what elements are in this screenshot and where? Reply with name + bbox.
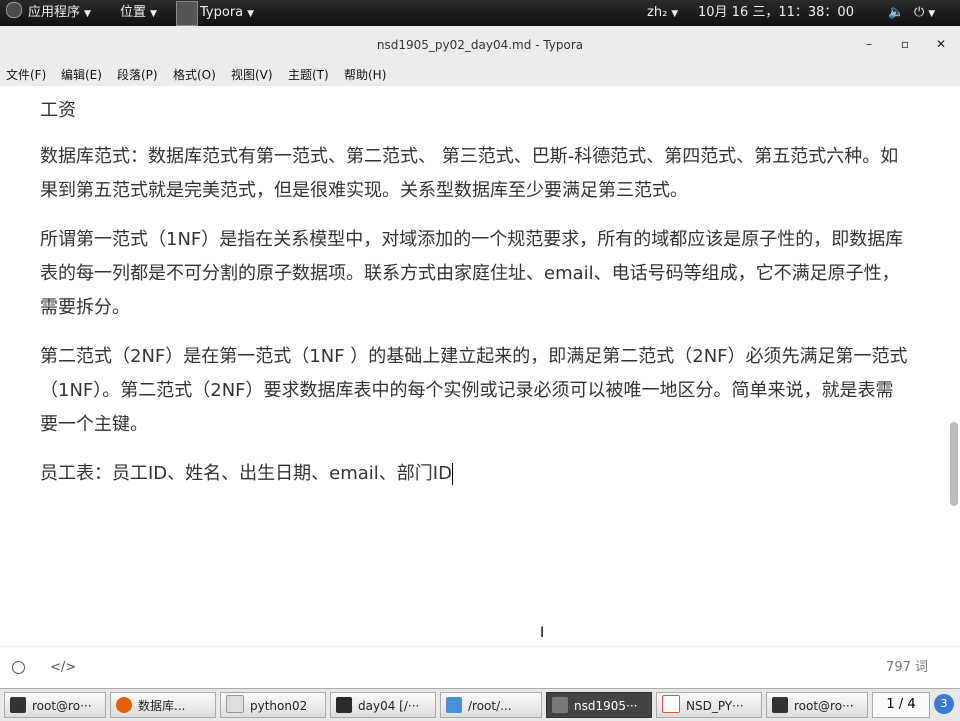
task-label: root@ro···: [794, 699, 854, 713]
menu-file[interactable]: 文件(F): [6, 64, 46, 86]
chevron-down-icon: ▼: [84, 9, 91, 19]
apps-icon: [6, 2, 22, 18]
places-menu-label: 位置: [120, 5, 147, 20]
chevron-down-icon: ▼: [928, 9, 936, 19]
pycharm-icon: [336, 697, 352, 713]
task-label: NSD_PY···: [686, 699, 744, 713]
task-label: 数据库...: [138, 699, 186, 713]
places-menu[interactable]: 位置 ▼: [120, 0, 157, 26]
app-thumbnail-icon: [176, 1, 198, 26]
paragraph[interactable]: 所谓第一范式（1NF）是指在关系模型中，对域添加的一个规范要求，所有的域都应该是…: [40, 223, 910, 325]
minimize-button[interactable]: –: [858, 34, 880, 54]
firefox-icon: [116, 697, 132, 713]
taskbar: root@ro··· 数据库... python02 day04 [/··· /…: [0, 688, 960, 721]
task-python02[interactable]: python02: [220, 692, 326, 718]
file-manager-icon: [446, 697, 462, 713]
task-pycharm[interactable]: day04 [/···: [330, 692, 436, 718]
clock[interactable]: 10月 16 三，11：38：00: [698, 0, 854, 26]
chevron-down-icon: ▼: [247, 9, 255, 19]
menu-bar: 文件(F) 编辑(E) 段落(P) 格式(O) 视图(V) 主题(T) 帮助(H…: [0, 64, 960, 86]
task-terminal-1[interactable]: root@ro···: [4, 692, 106, 718]
ibeam-cursor-icon: I: [540, 625, 545, 641]
notification-badge[interactable]: 3: [934, 694, 954, 714]
paragraph[interactable]: 工资: [40, 94, 910, 128]
document-icon: [662, 695, 680, 713]
window-title-bar: nsd1905_py02_day04.md - Typora – ▫ ✕: [0, 26, 960, 65]
task-label: python02: [250, 699, 308, 713]
window-title: nsd1905_py02_day04.md - Typora: [376, 38, 584, 52]
active-app-menu[interactable]: Typora ▼: [200, 0, 254, 26]
apps-menu[interactable]: 应用程序 ▼: [6, 0, 91, 26]
task-label: /root/...: [468, 699, 512, 713]
input-method-menu[interactable]: zh₂ ▼: [647, 0, 678, 26]
menu-theme[interactable]: 主题(T): [288, 64, 329, 86]
chevron-down-icon: ▼: [671, 9, 679, 19]
system-top-bar: 应用程序 ▼ 位置 ▼ Typora ▼ zh₂ ▼ 10月 16 三，11：38：00…: [0, 0, 960, 26]
text-caret: [451, 463, 453, 485]
task-firefox[interactable]: 数据库...: [110, 692, 216, 718]
word-count[interactable]: 797 词: [886, 657, 928, 679]
menu-edit[interactable]: 编辑(E): [61, 64, 102, 86]
workspace-pager[interactable]: 1 / 4: [872, 692, 930, 718]
chevron-down-icon: ▼: [150, 9, 157, 19]
active-app-label: Typora: [200, 5, 244, 20]
terminal-icon: [10, 697, 26, 713]
maximize-button[interactable]: ▫: [894, 34, 916, 54]
vertical-scrollbar[interactable]: [948, 86, 960, 646]
task-label: nsd1905···: [574, 699, 638, 713]
input-method-label: zh₂: [647, 5, 668, 20]
paragraph[interactable]: 数据库范式：数据库范式有第一范式、第二范式、 第三范式、巴斯-科德范式、第四范式…: [40, 140, 910, 208]
close-button[interactable]: ✕: [930, 34, 952, 54]
menu-format[interactable]: 格式(O): [173, 64, 216, 86]
task-label: day04 [/···: [358, 699, 420, 713]
task-typora[interactable]: nsd1905···: [546, 692, 652, 718]
paragraph-current[interactable]: 员工表：员工ID、姓名、出生日期、email、部门ID: [40, 457, 910, 491]
scrollbar-thumb[interactable]: [950, 422, 958, 506]
terminal-icon: [772, 697, 788, 713]
task-nsd-py[interactable]: NSD_PY···: [656, 692, 762, 718]
power-icon[interactable]: ⏻ ▼: [914, 0, 935, 26]
menu-paragraph[interactable]: 段落(P): [117, 64, 158, 86]
task-terminal-2[interactable]: root@ro···: [766, 692, 868, 718]
document-body[interactable]: 工资 数据库范式：数据库范式有第一范式、第二范式、 第三范式、巴斯-科德范式、第…: [40, 94, 910, 506]
folder-icon: [226, 695, 244, 713]
circle-icon[interactable]: [12, 657, 25, 679]
status-bar: </> 797 词: [0, 646, 960, 689]
apps-menu-label: 应用程序: [28, 5, 81, 20]
paragraph[interactable]: 第二范式（2NF）是在第一范式（1NF ）的基础上建立起来的，即满足第二范式（2…: [40, 340, 910, 442]
volume-icon[interactable]: 🔈: [888, 0, 904, 26]
menu-view[interactable]: 视图(V): [231, 64, 273, 86]
code-icon[interactable]: </>: [50, 657, 76, 679]
task-label: root@ro···: [32, 699, 92, 713]
task-file-manager[interactable]: /root/...: [440, 692, 542, 718]
menu-help[interactable]: 帮助(H): [344, 64, 386, 86]
clock-label: 10月 16 三，11：38：00: [698, 5, 854, 20]
typora-icon: [552, 697, 568, 713]
paragraph-text: 员工表：员工ID、姓名、出生日期、email、部门ID: [40, 463, 452, 484]
editor-area[interactable]: 工资 数据库范式：数据库范式有第一范式、第二范式、 第三范式、巴斯-科德范式、第…: [0, 86, 960, 646]
